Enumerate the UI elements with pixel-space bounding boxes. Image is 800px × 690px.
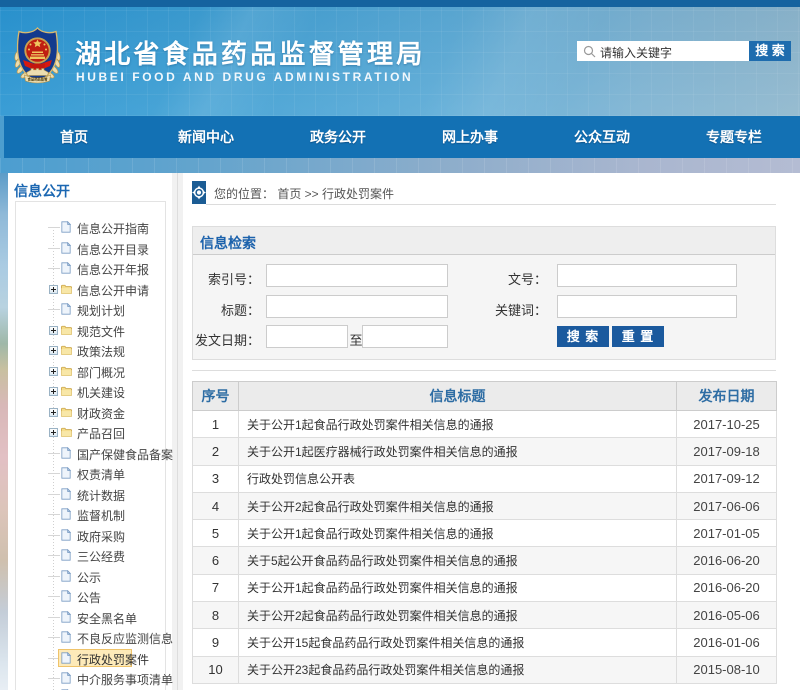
svg-text:食品药品监管: 食品药品监管	[28, 77, 48, 82]
